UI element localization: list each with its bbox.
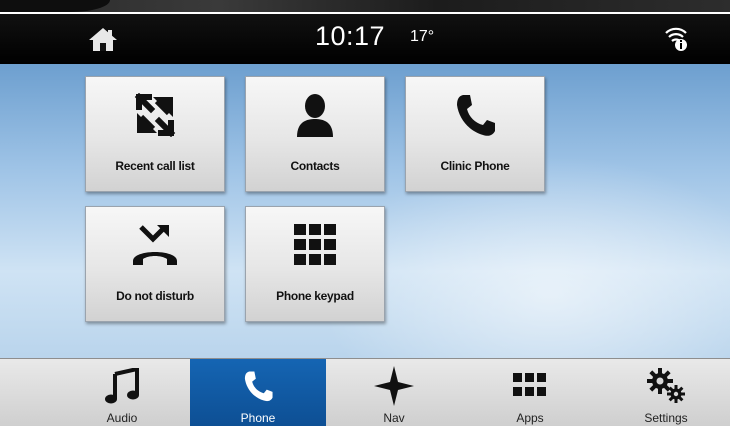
phone-handset-icon — [244, 371, 273, 402]
tile-label: Clinic Phone — [440, 159, 510, 173]
do-not-disturb-phone-icon — [133, 225, 177, 265]
nav-phone[interactable]: Phone — [190, 359, 326, 426]
outside-temperature: 17° — [410, 28, 435, 45]
phone-handset-icon — [457, 95, 495, 136]
keypad-grid-icon — [294, 224, 336, 265]
compass-star-icon — [374, 366, 414, 406]
phone-keypad-tile[interactable]: Phone keypad — [245, 206, 385, 322]
nav-label: Apps — [516, 411, 544, 425]
wifi-info-icon — [665, 27, 687, 51]
tile-label: Recent call list — [115, 159, 195, 173]
screen-bezel — [0, 0, 730, 12]
bottom-navigation-bar: Audio Phone Nav Apps Settings — [0, 358, 730, 426]
tile-label: Phone keypad — [276, 289, 354, 303]
clock-time: 10:17 — [315, 21, 386, 51]
status-bar: 10:17 17° — [0, 12, 730, 64]
home-icon — [89, 28, 117, 51]
nav-label: Nav — [383, 411, 405, 425]
recent-call-list-tile[interactable]: Recent call list — [85, 76, 225, 192]
home-button[interactable] — [88, 26, 118, 52]
phone-screen-area: Recent call list Contacts Clinic Phone D… — [0, 64, 730, 360]
nav-settings[interactable]: Settings — [598, 359, 730, 426]
nav-label: Settings — [644, 411, 688, 425]
nav-audio[interactable]: Audio — [54, 359, 190, 426]
nav-nav[interactable]: Nav — [326, 359, 462, 426]
do-not-disturb-tile[interactable]: Do not disturb — [85, 206, 225, 322]
wifi-status-button[interactable] — [664, 24, 690, 52]
nav-apps[interactable]: Apps — [462, 359, 598, 426]
contact-person-icon — [297, 94, 333, 137]
recent-calls-arrows-icon — [134, 93, 176, 137]
contacts-tile[interactable]: Contacts — [245, 76, 385, 192]
clinic-phone-tile[interactable]: Clinic Phone — [405, 76, 545, 192]
music-note-icon — [105, 368, 139, 404]
apps-grid-icon — [513, 373, 546, 396]
tile-label: Do not disturb — [116, 289, 194, 303]
tile-label: Contacts — [290, 159, 340, 173]
bezel-curve — [0, 0, 110, 12]
gears-icon — [647, 368, 685, 403]
nav-label: Phone — [240, 411, 276, 425]
nav-label: Audio — [106, 411, 138, 425]
